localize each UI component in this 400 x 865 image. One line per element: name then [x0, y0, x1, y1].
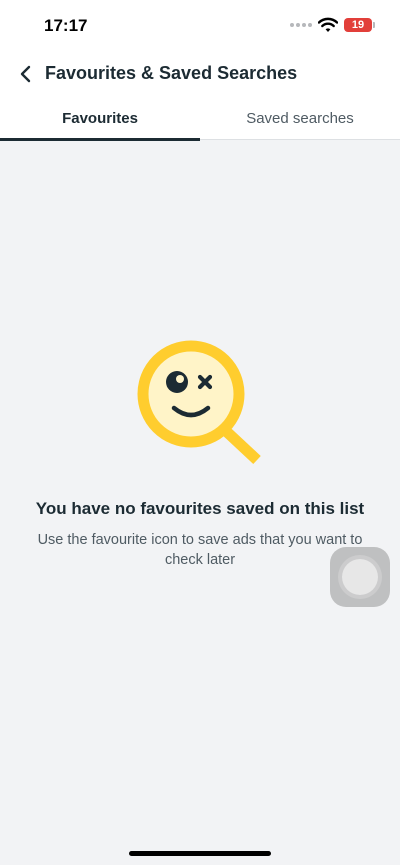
tab-saved-searches[interactable]: Saved searches — [200, 96, 400, 140]
assistive-touch-button[interactable] — [330, 547, 390, 607]
battery-tip — [373, 22, 375, 28]
tab-favourites[interactable]: Favourites — [0, 96, 200, 141]
cellular-signal-icon — [290, 23, 312, 29]
battery-level: 19 — [351, 19, 365, 31]
assistive-touch-inner — [342, 559, 378, 595]
empty-state-subtitle: Use the favourite icon to save ads that … — [37, 532, 363, 568]
back-button[interactable] — [10, 58, 40, 90]
tab-saved-searches-label: Saved searches — [246, 109, 354, 127]
wifi-icon — [318, 17, 338, 32]
empty-state-title: You have no favourites saved on this lis… — [35, 499, 365, 518]
nav-header: Favourites & Saved Searches — [0, 52, 400, 96]
tab-favourites-label: Favourites — [62, 109, 138, 127]
status-time: 17:17 — [44, 16, 88, 35]
magnifier-smiley-icon — [137, 340, 261, 465]
active-tab-indicator — [0, 138, 200, 141]
status-bar: 17:17 19 — [0, 0, 400, 52]
top-bar: 17:17 19 Favourites & Saved Searches Fav… — [0, 0, 400, 141]
page-title: Favourites & Saved Searches — [45, 63, 298, 83]
home-indicator[interactable] — [129, 851, 271, 856]
tab-bar: Favourites Saved searches — [0, 96, 400, 141]
battery-icon: 19 — [344, 18, 372, 32]
chevron-left-icon — [20, 65, 31, 83]
